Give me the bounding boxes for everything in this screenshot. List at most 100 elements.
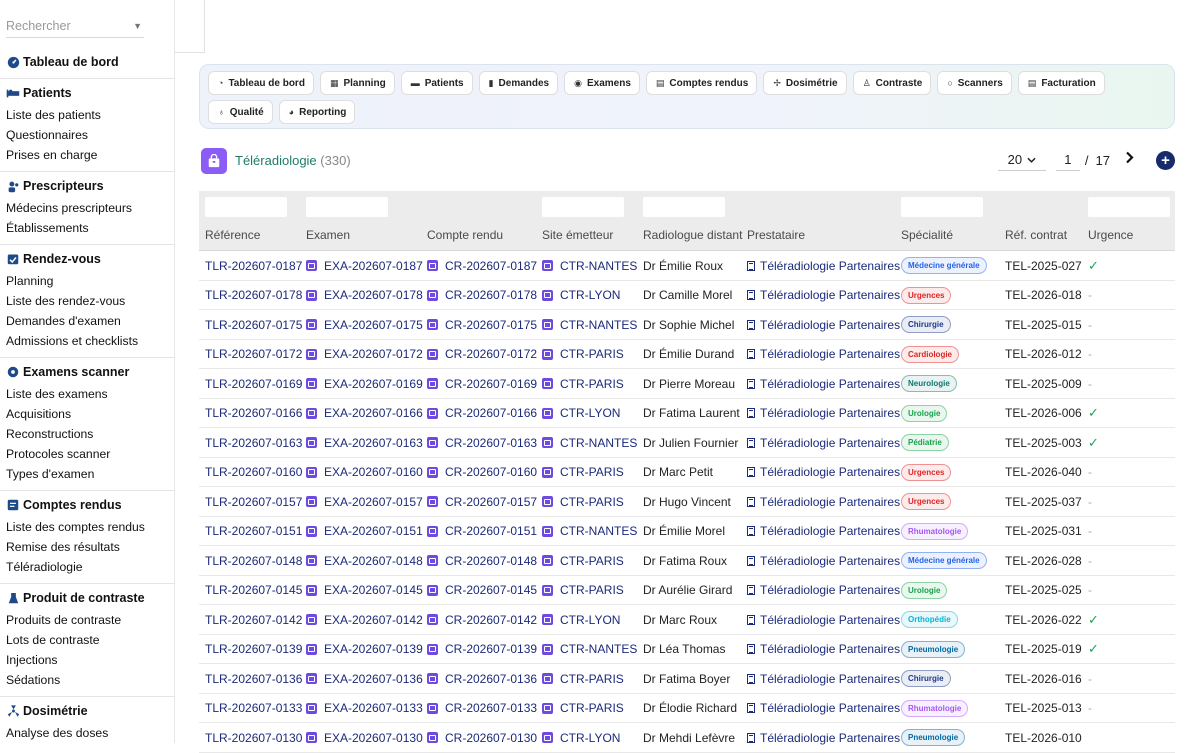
sidebar-section-title[interactable]: Comptes rendus <box>0 498 174 512</box>
column-filter-input[interactable] <box>643 197 725 217</box>
site-link-cell[interactable]: CTR-PARIS <box>542 546 624 575</box>
reference-link-cell[interactable]: TLR-202607-0187 <box>205 251 302 280</box>
provider-link[interactable]: Téléradiologie Partenaires <box>760 259 900 273</box>
provider-link-cell[interactable]: Téléradiologie Partenaires <box>747 458 900 487</box>
report-link[interactable]: CR-202607-0142 <box>445 613 537 627</box>
sidebar-item[interactable]: Sédations <box>0 670 174 690</box>
next-page-icon[interactable] <box>1125 151 1134 169</box>
provider-link[interactable]: Téléradiologie Partenaires <box>760 731 900 745</box>
provider-link-cell[interactable]: Téléradiologie Partenaires <box>747 310 900 339</box>
exam-link-cell[interactable]: EXA-202607-0175 <box>306 310 423 339</box>
column-filter-input[interactable] <box>306 197 388 217</box>
column-filter-input[interactable] <box>205 197 287 217</box>
chevron-down-icon[interactable]: ▼ <box>133 21 142 31</box>
site-link-cell[interactable]: CTR-NANTES <box>542 310 637 339</box>
sidebar-item[interactable]: Questionnaires <box>0 125 174 145</box>
exam-link[interactable]: EXA-202607-0169 <box>324 377 423 391</box>
nav-button[interactable]: ○ Scanners <box>937 71 1012 95</box>
reference-link-cell[interactable]: TLR-202607-0130 <box>205 723 302 752</box>
exam-link[interactable]: EXA-202607-0157 <box>324 495 423 509</box>
sidebar-item[interactable]: Remise des résultats <box>0 537 174 557</box>
site-link[interactable]: CTR-LYON <box>560 288 620 302</box>
provider-link-cell[interactable]: Téléradiologie Partenaires <box>747 694 900 723</box>
exam-link-cell[interactable]: EXA-202607-0136 <box>306 664 423 693</box>
table-row[interactable]: TLR-202607-0172 EXA-202607-0172 CR-202607-… <box>199 340 1175 369</box>
report-link-cell[interactable]: CR-202607-0172 <box>427 340 537 369</box>
provider-link[interactable]: Téléradiologie Partenaires <box>760 495 900 509</box>
site-link-cell[interactable]: CTR-PARIS <box>542 694 624 723</box>
report-link-cell[interactable]: CR-202607-0136 <box>427 664 537 693</box>
sidebar-item[interactable]: Liste des comptes rendus <box>0 517 174 537</box>
reference-link[interactable]: TLR-202607-0166 <box>205 406 302 420</box>
nav-button[interactable]: ♙ Contraste <box>852 71 932 95</box>
table-row[interactable]: TLR-202607-0145 EXA-202607-0145 CR-202607-… <box>199 576 1175 605</box>
report-link[interactable]: CR-202607-0187 <box>445 259 537 273</box>
provider-link-cell[interactable]: Téléradiologie Partenaires <box>747 723 900 752</box>
reference-link[interactable]: TLR-202607-0163 <box>205 436 302 450</box>
site-link[interactable]: CTR-NANTES <box>560 436 637 450</box>
site-link[interactable]: CTR-LYON <box>560 731 620 745</box>
column-filter-input[interactable] <box>901 197 983 217</box>
exam-link-cell[interactable]: EXA-202607-0130 <box>306 723 423 752</box>
nav-button[interactable]: ▦ Planning <box>319 71 395 95</box>
reference-link[interactable]: TLR-202607-0142 <box>205 613 302 627</box>
reference-link-cell[interactable]: TLR-202607-0139 <box>205 635 302 664</box>
reference-link[interactable]: TLR-202607-0178 <box>205 288 302 302</box>
report-link[interactable]: CR-202607-0130 <box>445 731 537 745</box>
column-header[interactable]: Compte rendu <box>427 228 503 242</box>
report-link-cell[interactable]: CR-202607-0160 <box>427 458 537 487</box>
column-filter-input[interactable] <box>542 197 624 217</box>
sidebar-item[interactable]: Planning <box>0 271 174 291</box>
site-link[interactable]: CTR-PARIS <box>560 672 624 686</box>
reference-link[interactable]: TLR-202607-0139 <box>205 642 302 656</box>
sidebar-section-title[interactable]: Examens scanner <box>0 365 174 379</box>
provider-link[interactable]: Téléradiologie Partenaires <box>760 583 900 597</box>
table-row[interactable]: TLR-202607-0157 EXA-202607-0157 CR-202607-… <box>199 487 1175 517</box>
exam-link[interactable]: EXA-202607-0148 <box>324 554 423 568</box>
sidebar-item[interactable]: Prises en charge <box>0 145 174 165</box>
site-link[interactable]: CTR-LYON <box>560 406 620 420</box>
site-link[interactable]: CTR-PARIS <box>560 495 624 509</box>
provider-link[interactable]: Téléradiologie Partenaires <box>760 554 900 568</box>
table-row[interactable]: TLR-202607-0166 EXA-202607-0166 CR-202607-… <box>199 399 1175 428</box>
reference-link-cell[interactable]: TLR-202607-0172 <box>205 340 302 369</box>
site-link-cell[interactable]: CTR-NANTES <box>542 635 637 664</box>
report-link[interactable]: CR-202607-0166 <box>445 406 537 420</box>
provider-link[interactable]: Téléradiologie Partenaires <box>760 318 900 332</box>
sidebar-item[interactable]: Médecins prescripteurs <box>0 198 174 218</box>
exam-link[interactable]: EXA-202607-0151 <box>324 524 423 538</box>
table-row[interactable]: TLR-202607-0169 EXA-202607-0169 CR-202607-… <box>199 369 1175 399</box>
provider-link[interactable]: Téléradiologie Partenaires <box>760 642 900 656</box>
provider-link-cell[interactable]: Téléradiologie Partenaires <box>747 664 900 693</box>
nav-button[interactable]: ▤ Facturation <box>1017 71 1105 95</box>
exam-link[interactable]: EXA-202607-0166 <box>324 406 423 420</box>
nav-button[interactable]: ✢ Dosimétrie <box>763 71 847 95</box>
report-link-cell[interactable]: CR-202607-0163 <box>427 428 537 457</box>
site-link[interactable]: CTR-LYON <box>560 613 620 627</box>
report-link-cell[interactable]: CR-202607-0166 <box>427 399 537 428</box>
exam-link-cell[interactable]: EXA-202607-0157 <box>306 487 423 516</box>
sidebar-section-title[interactable]: Rendez-vous <box>0 252 174 266</box>
site-link-cell[interactable]: CTR-PARIS <box>542 340 624 369</box>
column-header[interactable]: Référence <box>205 228 260 242</box>
report-link-cell[interactable]: CR-202607-0169 <box>427 369 537 398</box>
nav-button[interactable]: ▮ Demandes <box>478 71 559 95</box>
table-row[interactable]: TLR-202607-0151 EXA-202607-0151 CR-202607-… <box>199 517 1175 546</box>
reference-link[interactable]: TLR-202607-0151 <box>205 524 302 538</box>
report-link[interactable]: CR-202607-0145 <box>445 583 537 597</box>
reference-link-cell[interactable]: TLR-202607-0151 <box>205 517 302 546</box>
provider-link-cell[interactable]: Téléradiologie Partenaires <box>747 399 900 428</box>
sidebar-item[interactable]: Téléradiologie <box>0 557 174 577</box>
provider-link-cell[interactable]: Téléradiologie Partenaires <box>747 251 900 280</box>
site-link-cell[interactable]: CTR-PARIS <box>542 458 624 487</box>
site-link-cell[interactable]: CTR-NANTES <box>542 517 637 546</box>
exam-link[interactable]: EXA-202607-0139 <box>324 642 423 656</box>
site-link-cell[interactable]: CTR-LYON <box>542 399 620 428</box>
reference-link[interactable]: TLR-202607-0133 <box>205 701 302 715</box>
report-link[interactable]: CR-202607-0169 <box>445 377 537 391</box>
table-row[interactable]: TLR-202607-0160 EXA-202607-0160 CR-202607-… <box>199 458 1175 487</box>
provider-link-cell[interactable]: Téléradiologie Partenaires <box>747 340 900 369</box>
nav-button[interactable]: ◔ Tableau de bord <box>208 71 314 95</box>
reference-link[interactable]: TLR-202607-0160 <box>205 465 302 479</box>
site-link[interactable]: CTR-PARIS <box>560 347 624 361</box>
